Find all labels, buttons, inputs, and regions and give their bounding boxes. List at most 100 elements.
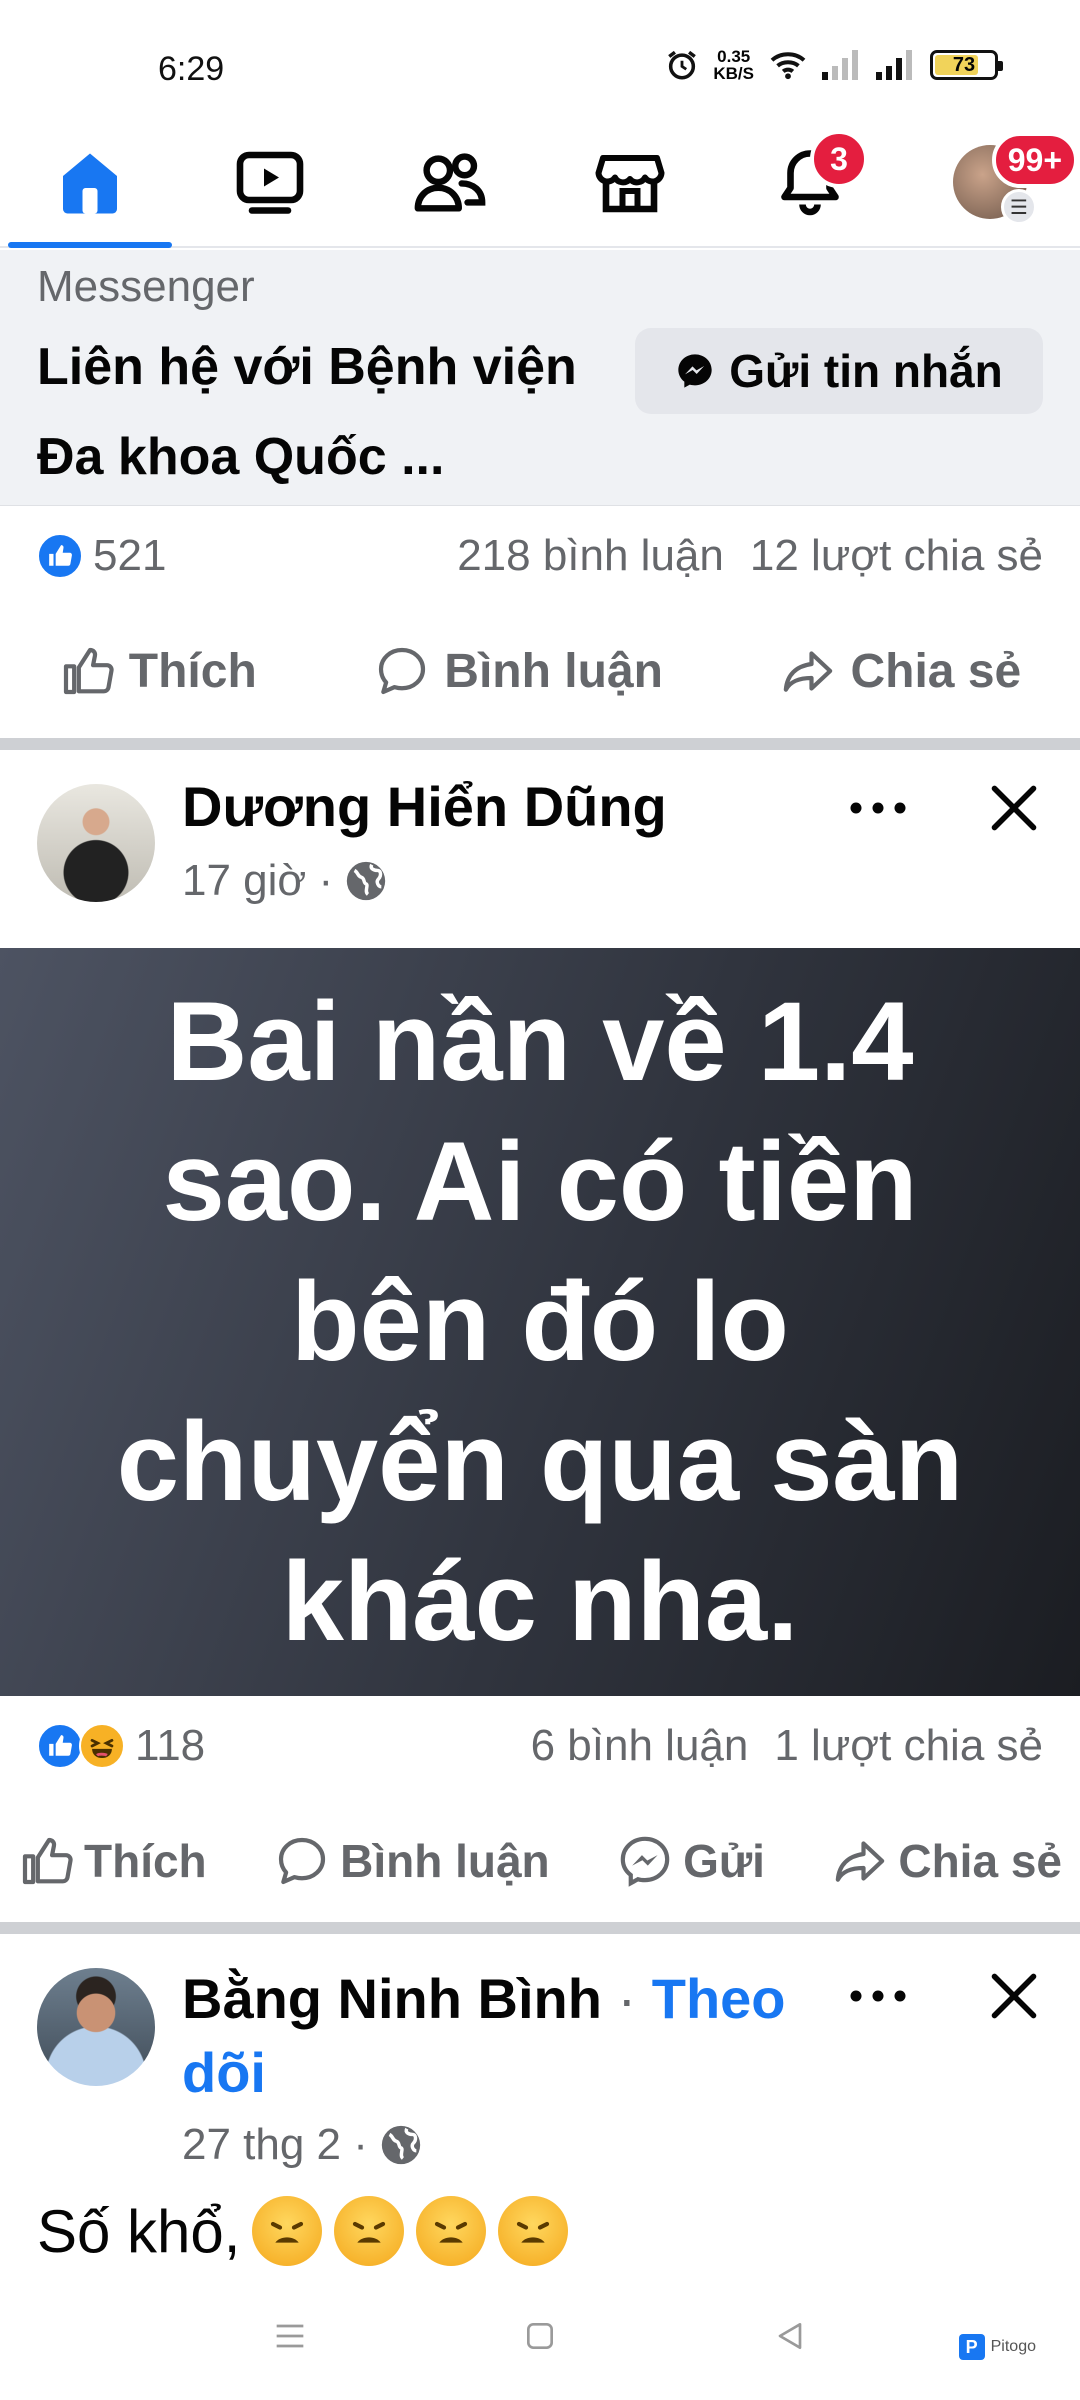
like-label: Thích xyxy=(84,1835,207,1887)
post1-actions: Thích Bình luận Chia sẻ xyxy=(0,616,1080,726)
like-label: Thích xyxy=(128,644,257,698)
avatar[interactable] xyxy=(37,784,155,902)
weary-face-icon xyxy=(252,2196,323,2266)
tab-home[interactable] xyxy=(0,118,180,248)
comment-count[interactable]: 6 bình luận xyxy=(531,1721,749,1771)
home-button-icon[interactable] xyxy=(520,2316,560,2356)
follow-link[interactable]: Theo xyxy=(652,1967,786,2030)
status-bar: 6:29 0.35 KB/S 73 xyxy=(0,0,1080,112)
share-button[interactable]: Chia sẻ xyxy=(832,1833,1062,1889)
system-navigation-bar xyxy=(0,2272,1080,2400)
home-icon xyxy=(63,153,117,214)
comment-button[interactable]: Bình luận xyxy=(374,643,663,699)
like-button[interactable]: Thích xyxy=(59,643,257,699)
watermark-logo-icon: P xyxy=(958,2334,985,2360)
signal-icon-1 xyxy=(822,50,858,80)
tab-menu[interactable]: ☰ 99+ xyxy=(900,118,1080,246)
weary-face-icon xyxy=(334,2196,405,2266)
more-options-icon[interactable] xyxy=(846,776,910,840)
status-time: 6:29 xyxy=(158,50,225,88)
weary-face-icon xyxy=(416,2196,487,2266)
share-button[interactable]: Chia sẻ xyxy=(780,643,1021,699)
signal-icon-2 xyxy=(876,50,912,80)
thumbs-up-icon xyxy=(63,647,114,695)
post-text-background[interactable]: Bai nần về 1.4 sao. Ai có tiền bên đó lo… xyxy=(0,948,1080,1696)
feed-divider xyxy=(0,738,1080,750)
globe-icon xyxy=(381,2125,421,2165)
reaction-summary[interactable]: 521 xyxy=(37,531,166,581)
post-time[interactable]: 27 thg 2 · xyxy=(182,2120,368,2170)
hamburger-icon: ☰ xyxy=(1001,189,1037,225)
messenger-icon xyxy=(678,354,712,388)
feed-divider xyxy=(0,1922,1080,1934)
follow-link[interactable]: dõi xyxy=(182,2041,266,2104)
top-navigation: 3 ☰ 99+ xyxy=(0,118,1080,248)
thumbs-up-icon xyxy=(22,1837,73,1885)
watermark: P Pitogo xyxy=(958,2334,1036,2360)
back-icon[interactable] xyxy=(770,2316,810,2356)
post-text: Bai nần về 1.4 sao. Ai có tiền bên đó lo… xyxy=(116,979,964,1664)
globe-icon xyxy=(346,861,386,901)
comment-button[interactable]: Bình luận xyxy=(274,1833,550,1889)
tab-marketplace[interactable] xyxy=(540,118,720,246)
tab-notifications[interactable]: 3 xyxy=(720,118,900,246)
menu-badge: 99+ xyxy=(991,132,1078,188)
comment-label: Bình luận xyxy=(340,1835,550,1887)
notifications-badge: 3 xyxy=(810,130,868,188)
send-message-button[interactable]: Gửi tin nhắn xyxy=(635,328,1043,414)
messenger-icon xyxy=(620,1836,670,1887)
reaction-summary[interactable]: 118 xyxy=(37,1721,205,1771)
separator-dot: · xyxy=(617,1967,637,2030)
avatar[interactable] xyxy=(37,1968,155,2086)
post2-actions: Thích Bình luận Gửi Chia sẻ xyxy=(0,1806,1080,1916)
share-count[interactable]: 1 lượt chia sẻ xyxy=(774,1721,1043,1771)
haha-reaction-icon xyxy=(79,1723,125,1769)
post-author[interactable]: Bằng Ninh Bình xyxy=(182,1967,602,2030)
post-meta: 17 giờ · xyxy=(182,856,389,906)
close-icon[interactable] xyxy=(982,776,1046,840)
share-icon xyxy=(836,1841,885,1882)
comment-count[interactable]: 218 bình luận xyxy=(457,531,724,581)
weary-face-icon xyxy=(498,2196,569,2266)
post3-header: Bằng Ninh Bình · Theo dõi 27 thg 2 · xyxy=(0,1934,1080,2184)
card-title[interactable]: Liên hệ với Bệnh viện Đa khoa Quốc ... xyxy=(37,322,637,502)
tab-watch[interactable] xyxy=(180,118,360,246)
like-reaction-icon xyxy=(37,1723,83,1769)
post-text: Số khổ, xyxy=(37,2196,569,2266)
reaction-count: 521 xyxy=(93,531,167,580)
comment-label: Bình luận xyxy=(444,644,663,698)
tab-friends[interactable] xyxy=(360,118,540,246)
post-text-content: Số khổ, xyxy=(37,2197,241,2265)
watermark-text: Pitogo xyxy=(990,2338,1036,2355)
battery-icon: 73 xyxy=(930,50,1003,80)
send-label: Gửi xyxy=(683,1835,765,1887)
close-icon[interactable] xyxy=(982,1964,1046,2028)
post1-stats: 521 218 bình luận 12 lượt chia sẻ xyxy=(0,506,1080,606)
share-icon xyxy=(784,651,833,692)
status-icons: 0.35 KB/S 73 xyxy=(665,47,1003,83)
share-label: Chia sẻ xyxy=(898,1835,1062,1887)
comment-icon xyxy=(379,647,426,695)
comment-icon xyxy=(278,1837,326,1885)
post-time[interactable]: 17 giờ · xyxy=(182,856,333,906)
share-label: Chia sẻ xyxy=(850,644,1022,698)
messenger-ad-card: Messenger Liên hệ với Bệnh viện Đa khoa … xyxy=(0,250,1080,506)
post2-header: Dương Hiển Dũng 17 giờ · xyxy=(0,750,1080,948)
like-button[interactable]: Thích xyxy=(18,1833,207,1889)
video-icon xyxy=(236,151,304,214)
send-button[interactable]: Gửi xyxy=(617,1833,765,1889)
network-speed: 0.35 KB/S xyxy=(713,47,754,83)
more-options-icon[interactable] xyxy=(846,1964,910,2028)
share-count[interactable]: 12 lượt chia sẻ xyxy=(750,531,1043,581)
like-reaction-icon xyxy=(37,533,83,579)
post-meta: 27 thg 2 · xyxy=(182,2120,424,2170)
store-icon xyxy=(595,155,665,213)
card-source: Messenger xyxy=(37,262,255,311)
reaction-count: 118 xyxy=(135,1721,206,1770)
send-message-label: Gửi tin nhắn xyxy=(729,345,1003,397)
wifi-icon xyxy=(770,52,806,80)
recent-apps-icon[interactable] xyxy=(270,2316,310,2356)
alarm-icon xyxy=(668,50,697,80)
post-author-line: Bằng Ninh Bình · Theo dõi xyxy=(182,1962,842,2110)
post-author[interactable]: Dương Hiển Dũng xyxy=(182,774,667,839)
